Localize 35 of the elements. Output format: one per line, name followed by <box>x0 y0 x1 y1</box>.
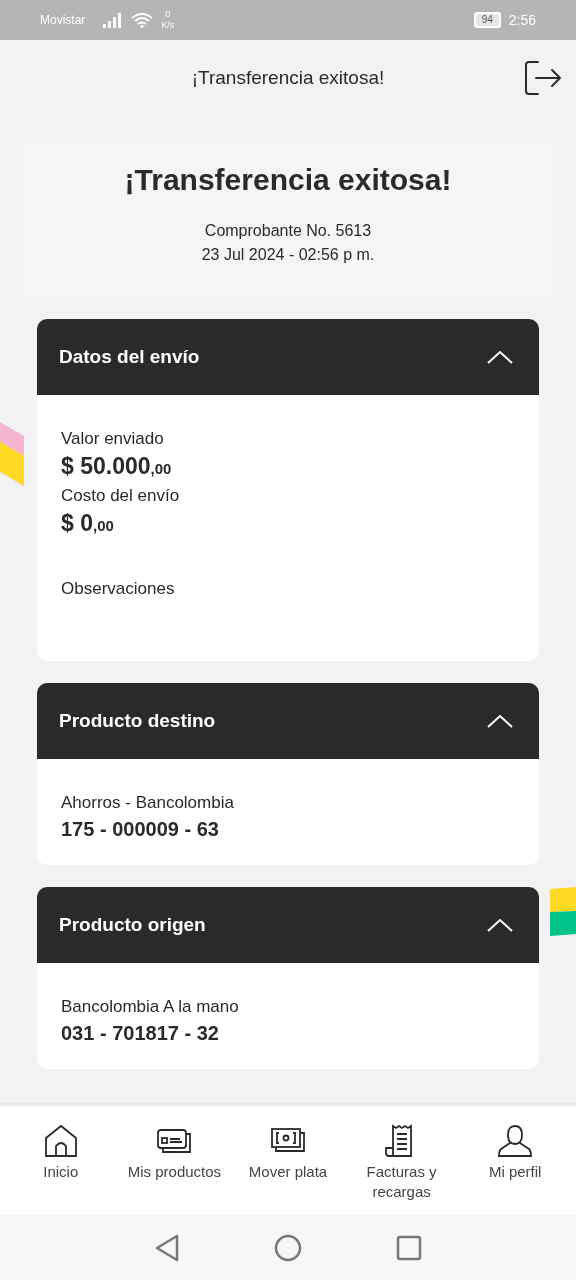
battery-icon: 94 <box>473 12 501 28</box>
field-label: Costo del envío <box>61 485 181 507</box>
stripes-drawing <box>0 422 26 488</box>
nav-item[interactable]: Facturas y recargas <box>345 1124 458 1215</box>
clock: 2:56 <box>508 12 536 28</box>
account-number: 175 - 000009 - 63 <box>61 817 220 842</box>
user-icon <box>496 1124 535 1158</box>
nav-item[interactable]: Mover plata <box>232 1124 344 1215</box>
section-header[interactable]: Producto destino <box>37 683 539 759</box>
nav-item[interactable]: Mi perfil <box>459 1124 572 1215</box>
speed-value: 0 <box>165 9 171 20</box>
back-icon[interactable] <box>154 1233 180 1262</box>
receipt-number: Comprobante No. 5613 <box>203 221 373 241</box>
speed-unit: K/s <box>161 20 175 31</box>
field-label: Ahorros - Bancolombia <box>61 792 235 814</box>
success-title: ¡Transferencia exitosa! <box>123 163 453 197</box>
screen-title: ¡Transferencia exitosa! <box>191 66 385 89</box>
field-label: Bancolombia A la mano <box>61 996 240 1018</box>
section-header[interactable]: Datos del envío <box>37 319 539 395</box>
carrier-name: Movistar <box>40 13 86 27</box>
field-label: Valor enviado <box>61 428 165 450</box>
amount-value: $ 0,00 <box>61 509 115 538</box>
receipt-date: 23 Jul 2024 - 02:56 p m. <box>200 245 376 265</box>
logout-icon[interactable] <box>524 60 562 96</box>
signal-icon <box>103 12 124 28</box>
recents-icon[interactable] <box>396 1234 422 1261</box>
home-button-icon[interactable] <box>274 1233 302 1262</box>
wifi-icon <box>131 12 154 28</box>
nav-item[interactable]: Inicio <box>4 1124 117 1215</box>
amount-value: $ 50.000,00 <box>61 452 173 481</box>
stripes-drawing <box>550 887 576 937</box>
account-number: 031 - 701817 - 32 <box>61 1021 220 1046</box>
section-header[interactable]: Producto origen <box>37 887 539 963</box>
nav-item[interactable]: Mis productos <box>118 1124 231 1215</box>
field-label: Observaciones <box>61 578 176 600</box>
